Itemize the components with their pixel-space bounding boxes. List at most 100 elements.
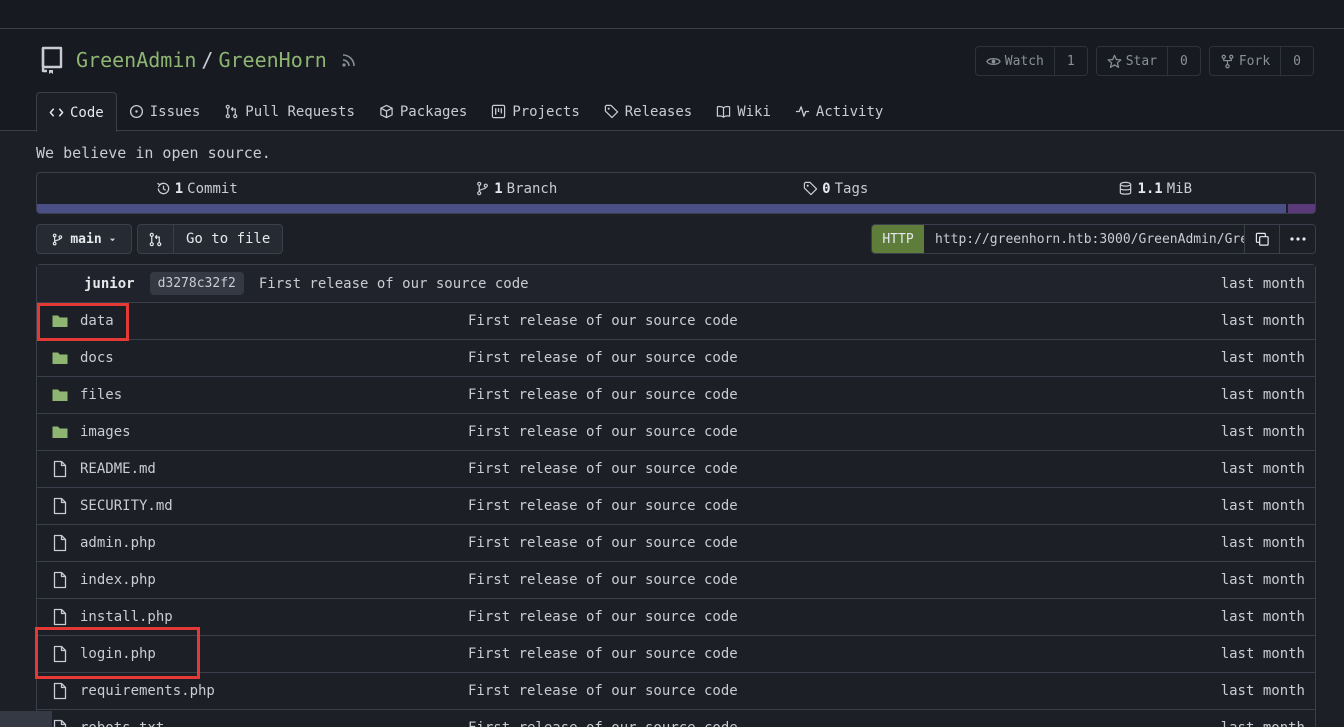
commits-label: Commit (187, 180, 238, 197)
file-name-link[interactable]: index.php (80, 572, 468, 588)
file-commit-time: last month (1220, 461, 1305, 477)
fork-label: Fork (1238, 53, 1271, 69)
repo-name-link[interactable]: GreenHorn (218, 48, 326, 72)
file-name-link[interactable]: robots.txt (80, 720, 468, 727)
file-commit-time: last month (1221, 720, 1305, 727)
file-commit-time: last month (1220, 350, 1305, 366)
file-row: install.php First release of our source c… (37, 599, 1315, 636)
file-icon (53, 497, 67, 515)
folder-icon (52, 352, 68, 364)
file-commit-time: last month (1220, 313, 1305, 329)
go-to-file-button[interactable]: Go to file (174, 225, 282, 253)
rss-icon[interactable] (341, 52, 357, 68)
language-bar[interactable] (37, 204, 1315, 213)
file-name-link[interactable]: files (80, 387, 468, 403)
file-commit-message[interactable]: First release of our source code (468, 720, 1221, 727)
file-commit-time: last month (1220, 498, 1305, 514)
star-count[interactable]: 0 (1168, 47, 1200, 75)
file-commit-message[interactable]: First release of our source code (468, 572, 1221, 588)
commit-sha[interactable]: d3278c32f2 (149, 272, 244, 295)
tab-activity-label: Activity (815, 103, 884, 120)
pulse-icon (795, 106, 809, 117)
branches-stat[interactable]: 1 Branch (357, 181, 677, 197)
commits-count: 1 (174, 180, 184, 197)
file-row: index.php First release of our source cod… (37, 562, 1315, 599)
file-icon (53, 645, 67, 663)
commits-stat[interactable]: 1 Commit (37, 181, 357, 197)
tab-activity[interactable]: Activity (783, 92, 895, 131)
package-icon (380, 104, 393, 119)
file-commit-message[interactable]: First release of our source code (468, 387, 1221, 403)
file-icon (53, 534, 67, 552)
file-commit-message[interactable]: First release of our source code (468, 313, 1221, 329)
file-name-link[interactable]: requirements.php (80, 683, 468, 699)
copy-icon (1255, 232, 1269, 246)
file-commit-message[interactable]: First release of our source code (468, 498, 1221, 514)
file-commit-message[interactable]: First release of our source code (468, 350, 1221, 366)
file-commit-time: last month (1220, 609, 1305, 625)
file-commit-time: last month (1220, 424, 1305, 440)
file-icon (53, 608, 67, 626)
file-name-link[interactable]: login.php (80, 646, 468, 662)
star-button[interactable]: Star 0 (1095, 46, 1201, 76)
file-name-link[interactable]: images (80, 424, 468, 440)
watch-count[interactable]: 1 (1055, 47, 1087, 75)
tab-releases[interactable]: Releases (592, 92, 704, 131)
repo-title: GreenAdmin / GreenHorn (38, 45, 357, 75)
file-row: docs First release of our source code last… (37, 340, 1315, 377)
commit-author[interactable]: junior (84, 276, 135, 292)
bottom-left-tab (0, 711, 52, 727)
tab-issues-label: Issues (149, 103, 201, 120)
tab-projects[interactable]: Projects (479, 92, 591, 131)
file-commit-message[interactable]: First release of our source code (468, 424, 1221, 440)
code-icon (49, 108, 64, 117)
file-commit-message[interactable]: First release of our source code (468, 646, 1221, 662)
fork-count[interactable]: 0 (1281, 47, 1313, 75)
watch-button[interactable]: Watch 1 (974, 46, 1088, 76)
tab-wiki[interactable]: Wiki (704, 92, 783, 131)
commit-time: last month (1220, 275, 1305, 292)
watch-label: Watch (1004, 53, 1044, 69)
more-options-button[interactable] (1279, 225, 1315, 253)
file-commit-message[interactable]: First release of our source code (468, 609, 1221, 625)
kebab-horizontal-icon (1289, 237, 1306, 241)
tab-pull-requests[interactable]: Pull Requests (212, 92, 367, 131)
compare-button[interactable] (138, 225, 174, 253)
language-bar-segment-primary (37, 204, 1286, 213)
book-icon (716, 105, 731, 118)
fork-button[interactable]: Fork 0 (1208, 46, 1314, 76)
file-name-link[interactable]: admin.php (80, 535, 468, 551)
file-commit-message[interactable]: First release of our source code (468, 535, 1221, 551)
pull-request-icon (225, 104, 238, 119)
tab-issues[interactable]: Issues (117, 92, 213, 131)
file-commit-time: last month (1220, 683, 1305, 699)
clone-protocol-button[interactable]: HTTP (872, 225, 924, 253)
repo-stats: 1 Commit 1 Branch 0 Tags 1.1 MiB (36, 172, 1316, 214)
tags-label: Tags (834, 180, 869, 197)
branches-count: 1 (494, 180, 503, 197)
project-icon (492, 104, 506, 119)
file-commit-message[interactable]: First release of our source code (468, 683, 1221, 699)
tab-code[interactable]: Code (36, 92, 117, 132)
file-name-link[interactable]: README.md (80, 461, 468, 477)
file-commit-time: last month (1220, 572, 1305, 588)
size-unit: MiB (1166, 180, 1193, 197)
branch-name: main (70, 231, 102, 247)
file-name-link[interactable]: SECURITY.md (80, 498, 468, 514)
branch-selector-button[interactable]: main (36, 224, 132, 254)
file-name-link[interactable]: install.php (80, 609, 468, 625)
watch-label-wrap: Watch (976, 47, 1055, 75)
tab-packages[interactable]: Packages (367, 92, 479, 131)
file-commit-time: last month (1220, 646, 1305, 662)
tag-icon (604, 104, 618, 119)
clone-url-input[interactable]: http://greenhorn.htb:3000/GreenAdmin/Gre… (924, 225, 1244, 253)
tab-releases-label: Releases (624, 103, 693, 120)
file-commit-message[interactable]: First release of our source code (468, 461, 1221, 477)
commit-message[interactable]: First release of our source code (259, 276, 1221, 292)
copy-url-button[interactable] (1244, 225, 1279, 253)
repo-owner-link[interactable]: GreenAdmin (76, 48, 196, 72)
file-name-link[interactable]: data (80, 313, 468, 329)
file-name-link[interactable]: docs (80, 350, 468, 366)
tags-stat[interactable]: 0 Tags (676, 181, 996, 197)
stats-row: 1 Commit 1 Branch 0 Tags 1.1 MiB (37, 173, 1315, 204)
